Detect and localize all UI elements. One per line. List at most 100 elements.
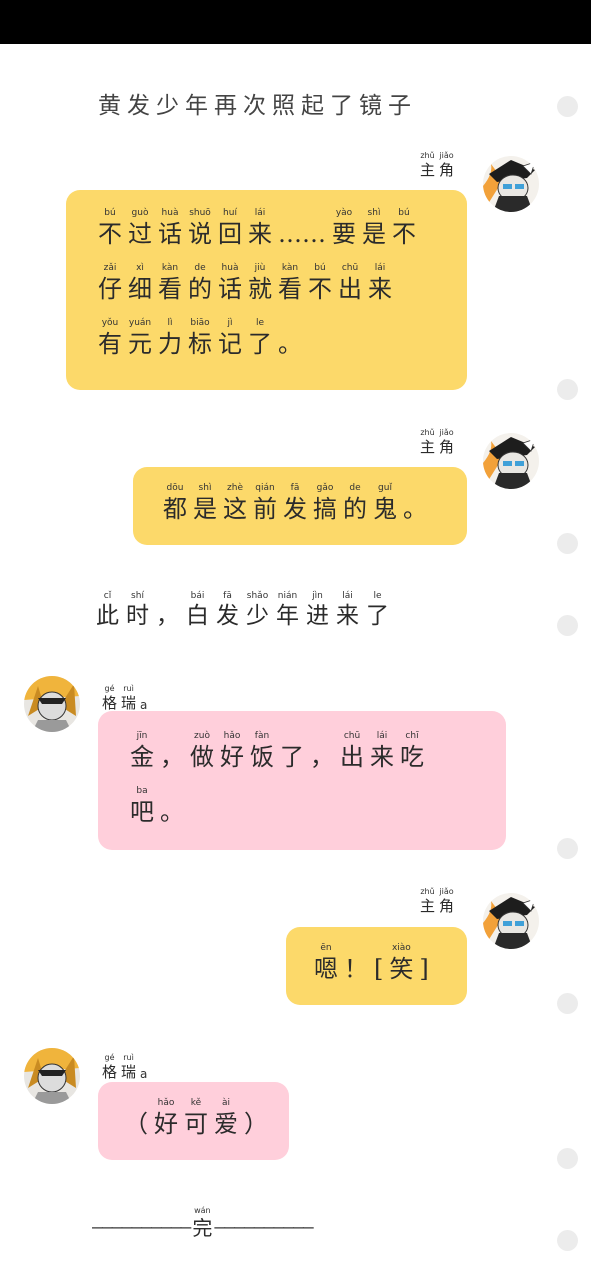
- pinyin: ruì: [123, 684, 134, 693]
- hanzi: 了: [248, 330, 272, 358]
- avatar-image: [24, 676, 80, 732]
- ruby-token: jìn 进: [306, 591, 329, 630]
- hanzi: 格: [102, 1063, 118, 1081]
- pinyin: lái: [342, 591, 353, 601]
- hanzi: 标: [188, 330, 212, 358]
- pinyin: xiào: [391, 943, 411, 953]
- hanzi: 发: [283, 495, 307, 523]
- hanzi: 瑞: [121, 1063, 137, 1081]
- hanzi: 是: [193, 495, 217, 523]
- ruby-token: yǒu 有: [98, 318, 122, 359]
- hanzi: 不: [308, 275, 332, 303]
- pinyin: guò: [131, 208, 149, 218]
- ruby-token: de 的: [188, 263, 212, 304]
- scroll-dot: [557, 533, 578, 554]
- ruby-token: le 了: [248, 318, 272, 359]
- hanzi: 爱: [214, 1110, 238, 1138]
- hanzi: 时: [126, 603, 149, 629]
- pinyin: zuò: [194, 731, 210, 741]
- hanzi: 话: [158, 220, 182, 248]
- pinyin: zhǔ: [420, 887, 435, 896]
- ruby-token: yuán 元: [128, 318, 152, 359]
- ruby-token: huà 话: [218, 263, 242, 304]
- hanzi: 好: [154, 1110, 178, 1138]
- pinyin: yuán: [128, 318, 152, 328]
- text-line: yǒu 有 yuán 元 lì 力 biāo 标 jì 记 le 了。: [98, 318, 467, 359]
- hanzi: 角: [439, 161, 455, 179]
- ruby-token: [: [374, 943, 383, 984]
- ruby-token: le 了: [366, 591, 389, 630]
- hanzi: 少: [246, 603, 269, 629]
- protagonist-avatar[interactable]: [483, 433, 539, 489]
- ruby-token: lái 来: [370, 731, 394, 772]
- ruby-token: zǎi 仔: [98, 263, 122, 304]
- ruby-token: bú 不: [308, 263, 332, 304]
- ruby-token: bú 不: [98, 208, 122, 249]
- hanzi: 饭: [250, 743, 274, 771]
- pinyin: huà: [221, 263, 239, 273]
- pinyin: fā: [223, 591, 232, 601]
- ruby-token: jiù 就: [248, 263, 272, 304]
- hanzi: 吃: [400, 743, 424, 771]
- ruby-token: lì 力: [158, 318, 182, 359]
- pinyin: ēn: [320, 943, 332, 953]
- message-bubble-protagonist[interactable]: dōu 都 shì 是 zhè 这 qián 前 fā 发 gǎo 搞 de 的 guǐ 鬼。: [133, 467, 467, 545]
- pinyin: chū: [343, 731, 361, 741]
- message-bubble-protagonist[interactable]: bú 不 guò 过 huà 话 shuō 说 huí 回 lái 来…… yào 要 shì 是 bú 不 zǎi…: [66, 190, 467, 390]
- ruby-token: zhǔ 主: [420, 886, 435, 915]
- ruby-token: guò 过: [128, 208, 152, 249]
- pinyin: bú: [104, 208, 116, 218]
- pinyin: shí: [131, 591, 144, 601]
- hanzi: 主: [420, 897, 436, 915]
- pinyin: chī: [405, 731, 419, 741]
- ruby-token: fàn 饭: [250, 731, 274, 772]
- pinyin: hǎo: [223, 731, 241, 741]
- hanzi: 嗯: [314, 955, 338, 983]
- ruby-token: 了: [280, 731, 304, 772]
- ruby-token: shǎo 少: [246, 591, 269, 630]
- protagonist-avatar[interactable]: [483, 156, 539, 212]
- pinyin: de: [349, 483, 361, 493]
- ruby-token: shì 是: [193, 483, 217, 524]
- pinyin: jì: [227, 318, 233, 328]
- speaker-name-protagonist: zhǔ 主 jiǎo 角: [420, 427, 458, 456]
- ruby-token: huí 回: [218, 208, 242, 249]
- hanzi: 瑞: [121, 694, 137, 712]
- hanzi: 仔: [98, 275, 122, 303]
- message-bubble-gerui[interactable]: （ hǎo 好 kě 可 ài 爱）: [98, 1082, 289, 1160]
- ruby-token: fā 发: [283, 483, 307, 524]
- pinyin: kě: [190, 1098, 202, 1108]
- hanzi: 元: [128, 330, 152, 358]
- pinyin: xì: [136, 263, 144, 273]
- pinyin: ài: [221, 1098, 230, 1108]
- pinyin: lái: [254, 208, 266, 218]
- protagonist-avatar[interactable]: [483, 893, 539, 949]
- gerui-avatar[interactable]: [24, 1048, 80, 1104]
- message-bubble-gerui[interactable]: jīn 金， zuò 做 hǎo 好 fàn 饭了， chū 出 lái 来 chī 吃 ba 吧。: [98, 711, 506, 850]
- ruby-token: zhè 这: [223, 483, 247, 524]
- ruby-token: chū 出: [340, 731, 364, 772]
- gerui-avatar[interactable]: [24, 676, 80, 732]
- speaker-name-suffix: a: [140, 1067, 148, 1081]
- pinyin: shǎo: [246, 591, 269, 601]
- ruby-token: chū 出: [338, 263, 362, 304]
- pinyin: kàn: [281, 263, 299, 273]
- message-bubble-protagonist[interactable]: ēn 嗯！[xiào 笑]: [286, 927, 467, 1005]
- hanzi: 这: [223, 495, 247, 523]
- ruby-token: zhǔ 主: [420, 150, 435, 179]
- pinyin: shì: [198, 483, 212, 493]
- hanzi: 鬼: [373, 495, 397, 523]
- hanzi: 来: [248, 220, 272, 248]
- pinyin: gé: [104, 684, 115, 693]
- ruby-token: qián 前: [253, 483, 277, 524]
- hanzi: 有: [98, 330, 122, 358]
- hanzi: 年: [276, 603, 299, 629]
- hanzi: 的: [188, 275, 212, 303]
- pinyin: qián: [255, 483, 275, 493]
- ruby-token: chī 吃: [400, 731, 424, 772]
- hanzi: 进: [306, 603, 329, 629]
- hanzi: 格: [102, 694, 118, 712]
- ending-line: —————————— wán 完 ——————————: [92, 1205, 314, 1240]
- scroll-dot: [557, 838, 578, 859]
- ruby-token: ，: [310, 731, 334, 772]
